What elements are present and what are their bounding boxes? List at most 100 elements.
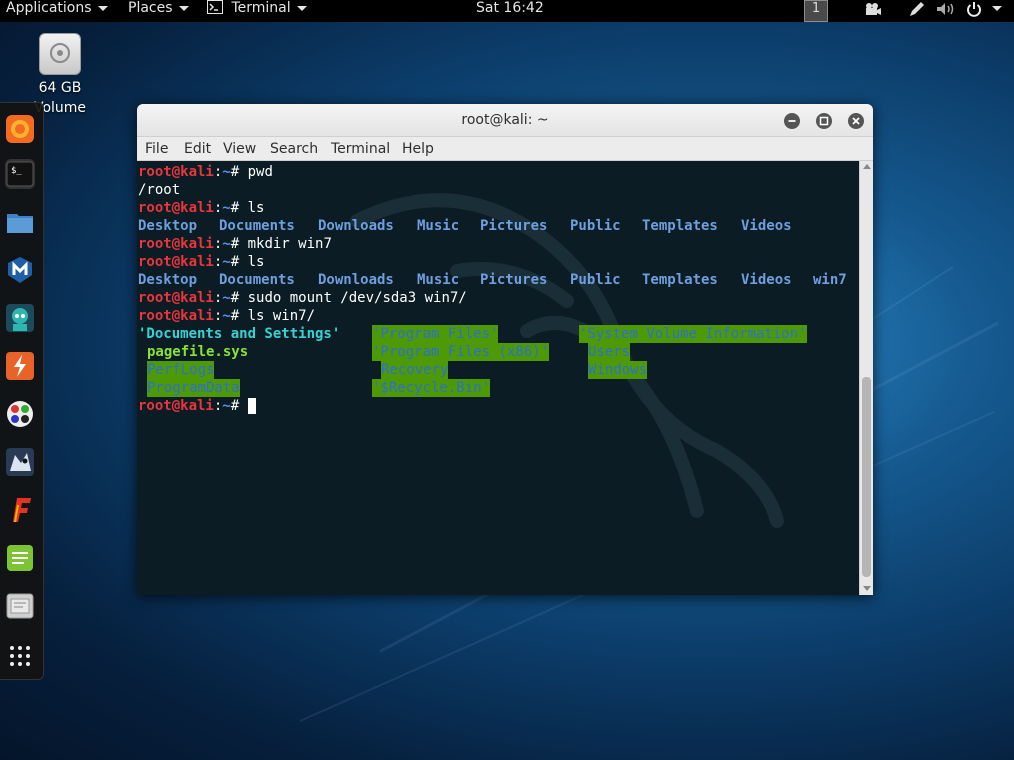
dir-entry: Users xyxy=(588,343,631,361)
armitage-icon[interactable] xyxy=(5,303,35,333)
command: pwd xyxy=(247,164,273,180)
dir-entry: Videos xyxy=(741,272,792,288)
dir-entry: Desktop xyxy=(138,272,198,288)
terminal-window: root@kali: ~ File Edit View Search Termi… xyxy=(137,104,873,595)
leafpad-icon[interactable] xyxy=(5,543,35,573)
places-label: Places xyxy=(128,0,173,16)
cherrytree-icon[interactable] xyxy=(5,591,35,621)
menu-file[interactable]: File xyxy=(145,137,168,161)
dir-entry: 'Program Files (x86)' xyxy=(372,343,550,361)
prompt-path: ~ xyxy=(222,164,231,180)
dir-entry: Documents xyxy=(219,272,295,288)
scroll-up-icon[interactable] xyxy=(863,164,871,169)
maximize-button[interactable] xyxy=(816,113,832,129)
terminal-line: Desktop Documents Downloads Music Pictur… xyxy=(138,271,859,289)
dir-entry: PerfLogs xyxy=(147,361,215,379)
chevron-down-icon xyxy=(296,5,307,11)
menu-search[interactable]: Search xyxy=(270,137,318,161)
terminal-line: pagefile.sys 'Program Files (x86)' Users xyxy=(138,343,859,361)
prompt-hash: # xyxy=(230,398,248,414)
metasploit-icon[interactable] xyxy=(5,255,35,285)
output: /root xyxy=(138,182,181,198)
dir-entry: 'Documents and Settings' xyxy=(138,326,341,342)
dir-entry: Public xyxy=(570,272,621,288)
terminal-app-menu[interactable]: Terminal xyxy=(207,0,307,22)
power-icon[interactable] xyxy=(966,1,982,23)
text-cursor xyxy=(247,398,257,414)
scrollbar-thumb[interactable] xyxy=(862,377,871,577)
minimize-icon xyxy=(788,120,796,122)
terminal-icon[interactable]: $_ xyxy=(5,159,35,189)
menu-edit[interactable]: Edit xyxy=(184,137,211,161)
dir-entry: Music xyxy=(417,218,460,234)
dir-entry: Recovery xyxy=(381,361,449,379)
prompt-user: root@kali xyxy=(138,308,214,324)
window-titlebar[interactable]: root@kali: ~ xyxy=(137,104,873,137)
terminal-line: root@kali:~# sudo mount /dev/sda3 win7/ xyxy=(138,289,467,307)
places-menu[interactable]: Places xyxy=(128,0,189,22)
dir-entry: Music xyxy=(417,272,460,288)
terminal-line: 'Documents and Settings' 'Program Files'… xyxy=(138,325,859,343)
system-menu-chevron[interactable] xyxy=(986,0,1002,22)
workspace-indicator[interactable]: 1 xyxy=(804,0,828,22)
faraday-icon[interactable] xyxy=(5,495,35,525)
terminal-icon xyxy=(207,0,223,14)
dir-entry: Downloads xyxy=(318,272,394,288)
dir-entry: Videos xyxy=(741,218,792,234)
prompt-hash: # xyxy=(230,254,248,270)
terminal-line: ProgramData '$Recycle.Bin' xyxy=(138,379,859,397)
menu-view[interactable]: View xyxy=(223,137,256,161)
terminal-line: root@kali:~# ls win7/ xyxy=(138,307,315,325)
volume-icon[interactable] xyxy=(936,2,956,24)
menu-terminal[interactable]: Terminal xyxy=(331,137,390,161)
scroll-down-icon[interactable] xyxy=(863,586,871,591)
dir-entry: Pictures xyxy=(480,272,548,288)
terminal-scrollbar[interactable] xyxy=(859,161,873,595)
burpsuite-icon[interactable] xyxy=(5,351,35,381)
dock: $_ xyxy=(0,102,44,680)
show-apps-icon[interactable] xyxy=(5,641,35,671)
clock[interactable]: Sat 16:42 xyxy=(476,0,544,22)
terminal-line: PerfLogs Recovery Windows xyxy=(138,361,859,379)
applications-menu[interactable]: Applications xyxy=(6,0,108,22)
terminal-menu-label: Terminal xyxy=(231,0,291,16)
menu-bar: File Edit View Search Terminal Help xyxy=(137,137,873,161)
firefox-icon[interactable] xyxy=(5,114,35,144)
pen-icon[interactable] xyxy=(908,1,926,23)
command: mkdir win7 xyxy=(247,236,332,252)
command: ls win7/ xyxy=(247,308,316,324)
dir-entry: Desktop xyxy=(138,218,198,234)
terminal-output[interactable]: root@kali:~# pwd /root root@kali:~# ls D… xyxy=(137,161,859,595)
minimize-button[interactable] xyxy=(784,113,800,129)
dir-entry: Pictures xyxy=(480,218,548,234)
window-title: root@kali: ~ xyxy=(461,112,549,128)
close-button[interactable] xyxy=(848,113,864,129)
dir-entry: win7 xyxy=(813,272,847,288)
prompt-user: root@kali xyxy=(138,164,214,180)
terminal-line: root@kali:~# mkdir win7 xyxy=(138,235,332,253)
prompt-path: ~ xyxy=(222,200,231,216)
drive-icon[interactable] xyxy=(39,33,81,75)
menu-help[interactable]: Help xyxy=(402,137,434,161)
dir-entry: Documents xyxy=(219,218,295,234)
terminal-line: Desktop Documents Downloads Music Pictur… xyxy=(138,217,859,235)
dir-entry: ProgramData xyxy=(147,379,240,397)
files-icon[interactable] xyxy=(5,207,35,237)
prompt-hash: # xyxy=(230,236,248,252)
top-panel: Applications Places Terminal Sat 16:42 1 xyxy=(0,0,1014,22)
prompt-hash: # xyxy=(230,308,248,324)
chevron-down-icon xyxy=(97,5,108,11)
command: ls xyxy=(247,200,265,216)
prompt-path: ~ xyxy=(222,290,231,306)
prompt-path: ~ xyxy=(222,254,231,270)
svg-text:$_: $_ xyxy=(11,166,22,176)
prompt-user: root@kali xyxy=(138,254,214,270)
beef-icon[interactable] xyxy=(5,447,35,477)
prompt-path: ~ xyxy=(222,236,231,252)
video-camera-icon[interactable] xyxy=(864,2,882,24)
maximize-icon xyxy=(819,116,829,126)
volume-size: 64 GB xyxy=(38,80,82,96)
maltego-icon[interactable] xyxy=(5,399,35,429)
dir-entry: 'System Volume Information' xyxy=(579,325,807,343)
prompt-hash: # xyxy=(230,200,248,216)
